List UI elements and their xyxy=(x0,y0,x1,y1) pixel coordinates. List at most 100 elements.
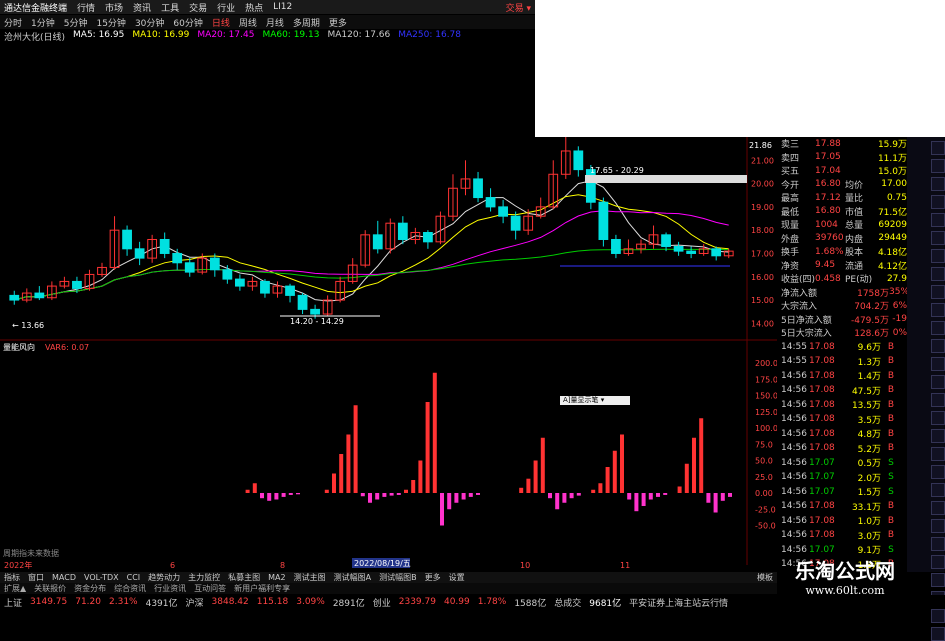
tick-direction: S xyxy=(888,472,894,483)
indicator-bar xyxy=(274,493,279,500)
side-tool-icon[interactable] xyxy=(931,159,945,173)
side-tool-icon[interactable] xyxy=(931,195,945,209)
tick-time: 14:56 xyxy=(781,399,807,410)
flow-value: 1758万 xyxy=(857,288,889,299)
tick-price: 17.08 xyxy=(809,428,835,439)
side-tool-icon[interactable] xyxy=(931,375,945,389)
tick-price: 17.07 xyxy=(809,472,835,483)
watermark-title: 乐淘公式网 xyxy=(795,559,895,583)
tick-price: 17.08 xyxy=(809,443,835,454)
side-tool-icon[interactable] xyxy=(931,483,945,497)
kline-chart[interactable]: 21.00 20.00 19.00 18.00 17.00 16.00 15.00 14.00… xyxy=(0,0,777,572)
status-item: 2339.79 xyxy=(398,597,436,607)
indicator-tick-label: 50.0 xyxy=(755,457,773,466)
side-tool-icon[interactable] xyxy=(931,141,945,155)
candle-body xyxy=(598,201,609,240)
side-tool-icon[interactable] xyxy=(931,609,945,623)
tick-time: 14:56 xyxy=(781,370,807,381)
indicator-tick-label: 25.0 xyxy=(755,473,773,482)
side-tool-icon[interactable] xyxy=(931,357,945,371)
indicator-bar xyxy=(620,434,624,493)
indicator-tab[interactable]: 趋势动力 xyxy=(148,572,180,583)
indicator-bar xyxy=(720,493,725,501)
status-item: 71.20 xyxy=(75,597,101,607)
indicator-tab[interactable]: 设置 xyxy=(449,572,465,583)
indicator-tab[interactable]: 指标 xyxy=(4,572,20,583)
info-tab[interactable]: 资金分布 xyxy=(74,583,106,594)
side-tool-icon[interactable] xyxy=(931,177,945,191)
indicator-tab[interactable]: 主力监控 xyxy=(188,572,220,583)
indicator-tab[interactable]: MA2 xyxy=(268,573,285,582)
side-tool-icon[interactable] xyxy=(931,285,945,299)
indicator-tick-label: 175.0 xyxy=(755,375,777,384)
info-tab[interactable]: 关联报价 xyxy=(34,583,66,594)
side-tool-icon[interactable] xyxy=(931,429,945,443)
side-tool-icon[interactable] xyxy=(931,627,945,641)
info-tab[interactable]: 综合资讯 xyxy=(114,583,146,594)
status-item: 上证 xyxy=(4,598,23,609)
side-tool-icon[interactable] xyxy=(931,537,945,551)
indicator-bar xyxy=(267,493,272,501)
quote-key: 现量 xyxy=(781,221,800,232)
low-price-label: ← 13.66 xyxy=(12,321,44,330)
tick-price: 17.07 xyxy=(809,486,835,497)
side-tool-icon[interactable] xyxy=(931,411,945,425)
candle-body xyxy=(122,229,132,250)
candle-body xyxy=(473,178,483,199)
quote-value: 16.80 xyxy=(815,179,841,190)
side-tool-icon[interactable] xyxy=(931,303,945,317)
side-tool-icon[interactable] xyxy=(931,501,945,515)
info-tab[interactable]: 扩展▲ xyxy=(4,583,26,594)
tick-direction: B xyxy=(887,530,895,541)
flow-value: 128.6万 xyxy=(854,329,889,340)
indicator-tab[interactable]: CCI xyxy=(127,573,141,582)
price-tick-label: 17.00 xyxy=(751,249,774,258)
indicator-bar xyxy=(677,486,682,493)
side-tool-icon[interactable] xyxy=(931,321,945,335)
tick-volume: 0.5万 xyxy=(857,459,881,470)
date-axis-label: 2022年 xyxy=(4,560,32,570)
indicator-bar xyxy=(598,483,603,493)
tick-row: 14:56 17.08 47.5万 B xyxy=(777,383,907,398)
indicator-tab[interactable]: VOL-TDX xyxy=(84,573,119,582)
watermark-url: www.60lt.com xyxy=(805,584,885,597)
side-tool-icon[interactable] xyxy=(931,339,945,353)
indicator-tab[interactable]: 窗口 xyxy=(28,572,44,583)
side-tool-icon[interactable] xyxy=(931,213,945,227)
side-tool-icon[interactable] xyxy=(931,519,945,533)
side-tool-icon[interactable] xyxy=(931,393,945,407)
info-tab[interactable]: 互动问答 xyxy=(194,583,226,594)
side-tool-icon[interactable] xyxy=(931,267,945,281)
indicator-tab[interactable]: 测试主图 xyxy=(294,572,326,583)
indicator-tab[interactable]: 更多 xyxy=(425,572,441,583)
indicator-bar xyxy=(684,463,689,493)
tick-row: 14:55 17.08 9.6万 B xyxy=(777,340,907,355)
quote-key2: 均价 xyxy=(845,180,864,191)
side-tool-icon[interactable] xyxy=(931,231,945,245)
indicator-tab[interactable]: 测试幅图B xyxy=(379,572,417,583)
indicator-bar xyxy=(396,493,401,495)
price-tick-label: 19.00 xyxy=(751,203,774,212)
quote-key2: 市值 xyxy=(845,207,864,218)
status-item: 40.99 xyxy=(443,597,470,607)
tick-direction: B xyxy=(887,515,895,526)
quote-key2: 量比 xyxy=(845,194,864,205)
candle-body xyxy=(673,245,684,252)
tick-direction: B xyxy=(887,341,895,352)
indicator-tab[interactable]: 私募主图 xyxy=(228,572,260,583)
indicator-tab[interactable]: 测试幅图A xyxy=(334,572,371,583)
quote-row: 外盘 39760 内盘 29449 xyxy=(777,232,907,246)
quote-key2: 流通 xyxy=(845,261,864,272)
info-tab[interactable]: 行业资讯 xyxy=(154,583,186,594)
side-tool-icon[interactable] xyxy=(931,249,945,263)
indicator-tab[interactable]: MACD xyxy=(52,573,76,582)
quote-value: 17.05 xyxy=(815,152,841,163)
candle-body xyxy=(423,232,433,243)
tick-time: 14:56 xyxy=(781,472,807,483)
side-tool-icon[interactable] xyxy=(931,465,945,479)
status-item: 平安证券上海主站云行情 xyxy=(629,598,729,609)
tick-price: 17.08 xyxy=(809,414,835,425)
info-tab[interactable]: 新用户福利专享 xyxy=(234,583,290,594)
side-tool-icon[interactable] xyxy=(931,447,945,461)
draw-mode-popup[interactable]: A]量显示笔 ▾ xyxy=(560,396,630,405)
